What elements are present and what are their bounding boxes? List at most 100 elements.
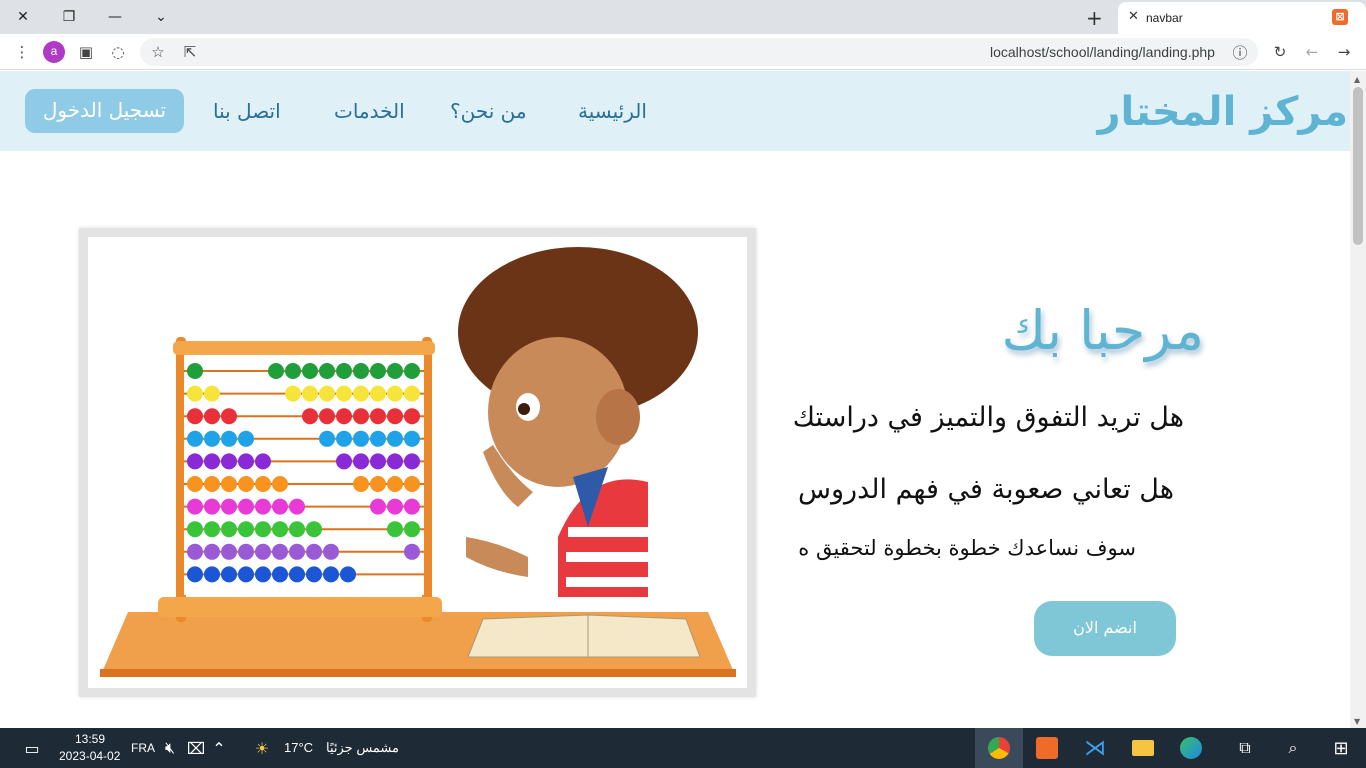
language-indicator[interactable]: FRA <box>131 741 155 755</box>
abacus-bead <box>336 363 352 379</box>
file-explorer-taskbar-app[interactable] <box>1119 728 1167 768</box>
site-info-icon[interactable]: ⓘ <box>1230 42 1250 62</box>
notifications-icon[interactable]: ▭ <box>20 736 44 760</box>
search-taskbar-button[interactable]: ⌕ <box>1269 728 1317 768</box>
url-text[interactable]: localhost/school/landing/landing.php <box>990 44 1215 60</box>
restore-window-button[interactable]: ❐ <box>46 0 92 34</box>
network-icon[interactable]: ⌧ <box>184 736 208 760</box>
close-window-button[interactable]: ✕ <box>0 0 46 34</box>
abacus-bead <box>387 430 403 447</box>
abacus-bead <box>319 385 335 402</box>
abacus-bead <box>255 521 271 538</box>
abacus-bead <box>285 363 301 379</box>
menu-dots-icon[interactable]: ⋮ <box>12 42 32 62</box>
abacus-bead <box>289 498 305 515</box>
scroll-up-icon[interactable]: ▲ <box>1354 75 1360 84</box>
nav-link-contact[interactable]: اتصل بنا <box>213 99 281 123</box>
page-content: مركز المختار الرئيسية من نحن؟ الخدمات ات… <box>0 71 1350 728</box>
abacus-bead <box>238 476 254 492</box>
site-brand[interactable]: مركز المختار <box>1098 89 1348 135</box>
login-button[interactable]: تسجيل الدخول <box>25 89 184 133</box>
abacus-bead <box>404 363 420 379</box>
abacus-bead <box>404 521 420 538</box>
abacus-bead <box>204 408 220 425</box>
abacus-bead <box>204 543 220 560</box>
profile-avatar[interactable]: a <box>43 41 65 63</box>
start-button[interactable]: ⊞ <box>1317 728 1365 768</box>
abacus-bead <box>289 521 305 538</box>
abacus-bead <box>255 453 271 470</box>
share-icon[interactable]: ⇱ <box>180 42 200 62</box>
abacus-bead <box>238 566 254 583</box>
abacus-bead <box>272 498 288 515</box>
scroll-down-icon[interactable]: ▼ <box>1354 717 1360 726</box>
abacus-bead <box>404 543 420 560</box>
nav-link-about[interactable]: من نحن؟ <box>450 99 527 123</box>
task-view-icon: ⧉ <box>1239 738 1251 757</box>
weather-description[interactable]: مشمس جزئيًا <box>326 740 399 756</box>
abacus-bead <box>238 498 254 515</box>
volume-muted-icon[interactable]: 🔇︎ <box>158 736 182 760</box>
edge-taskbar-app[interactable] <box>1167 728 1215 768</box>
abacus-bead <box>289 543 305 560</box>
edge-icon <box>1180 737 1202 759</box>
tab-strip: ✕ ❐ — ⌄ + ✕ navbar ⊠ <box>0 0 1366 34</box>
abacus-bead <box>289 566 305 583</box>
bookmark-star-icon[interactable]: ☆ <box>148 42 168 62</box>
site-navbar: مركز المختار الرئيسية من نحن؟ الخدمات ات… <box>0 71 1350 151</box>
performance-icon[interactable]: ◌ <box>108 42 128 62</box>
chrome-taskbar-app[interactable] <box>975 728 1023 768</box>
abacus-bead <box>353 453 369 470</box>
abacus-bead <box>221 543 237 560</box>
vscode-icon: ⋊ <box>1084 735 1106 761</box>
forward-icon[interactable]: → <box>1334 42 1354 62</box>
tab-title: navbar <box>1146 11 1183 25</box>
windows-logo-icon: ⊞ <box>1333 737 1349 759</box>
abacus-bead <box>404 476 420 492</box>
join-now-button[interactable]: انضم الان <box>1034 601 1176 656</box>
hero-question-2: هل تعاني صعوبة في فهم الدروس <box>798 474 1174 505</box>
boy-abacus-illustration <box>100 247 736 677</box>
nav-link-services[interactable]: الخدمات <box>334 99 405 123</box>
minimize-window-button[interactable]: — <box>92 0 138 34</box>
scrollbar-thumb[interactable] <box>1353 87 1363 245</box>
tab-navbar[interactable]: ✕ navbar ⊠ <box>1118 2 1366 34</box>
weather-temperature[interactable]: 17°C <box>284 740 313 755</box>
page-scrollbar[interactable]: ▲ ▼ <box>1350 71 1366 728</box>
hero-tagline: سوف نساعدك خطوة بخطوة لتحقيق ه <box>798 536 1136 560</box>
abacus-bead <box>323 543 339 560</box>
abacus-bead <box>255 543 271 560</box>
abacus-bead <box>404 385 420 402</box>
hero-illustration <box>88 237 747 688</box>
abacus-bead <box>204 566 220 583</box>
abacus-bead <box>255 476 271 492</box>
abacus-bead <box>238 453 254 470</box>
abacus-bead <box>221 430 237 447</box>
tab-close-icon[interactable]: ✕ <box>1128 9 1139 24</box>
back-icon[interactable]: ← <box>1302 42 1322 62</box>
abacus-bead <box>204 453 220 470</box>
tab-search-button[interactable]: ⌄ <box>138 0 184 34</box>
task-view-taskbar-button[interactable]: ⧉ <box>1221 728 1269 768</box>
clock-date[interactable]: 2023-04-02 <box>59 749 120 763</box>
weather-icon[interactable]: ☀ <box>250 736 274 760</box>
abacus-bead <box>272 566 288 583</box>
abacus-bead <box>370 498 386 515</box>
nav-link-home[interactable]: الرئيسية <box>578 99 647 123</box>
reload-icon[interactable]: ↻ <box>1270 42 1290 62</box>
folder-icon <box>1132 740 1154 756</box>
abacus-bead <box>272 543 288 560</box>
tray-chevron-up-icon[interactable]: ⌃ <box>207 736 231 760</box>
new-tab-button[interactable]: + <box>1086 6 1103 30</box>
sidebar-icon[interactable]: ▣ <box>76 42 96 62</box>
abacus-bead <box>387 521 403 538</box>
vscode-taskbar-app[interactable]: ⋊ <box>1071 728 1119 768</box>
abacus-bead <box>353 476 369 492</box>
clock-time[interactable]: 13:59 <box>75 732 105 746</box>
abacus-bead <box>404 408 420 425</box>
xampp-taskbar-app[interactable] <box>1023 728 1071 768</box>
abacus-bead <box>353 430 369 447</box>
abacus-bead <box>370 363 386 379</box>
abacus-bead <box>187 521 203 538</box>
abacus-bead <box>268 363 284 379</box>
